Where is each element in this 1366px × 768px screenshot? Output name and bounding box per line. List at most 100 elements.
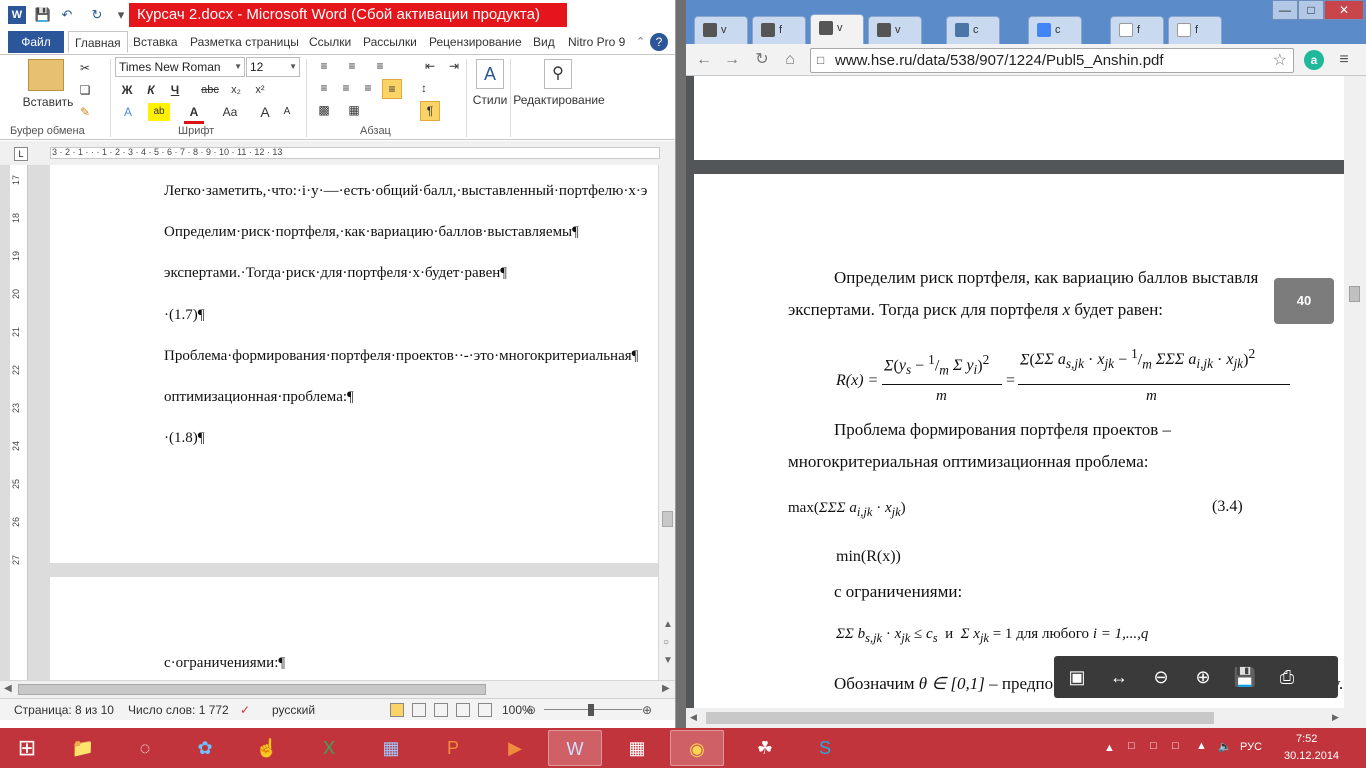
shading-icon[interactable]: ▩: [314, 101, 334, 119]
app-icon[interactable]: ☘: [738, 730, 792, 766]
shrink-font-icon[interactable]: A: [278, 103, 296, 121]
language[interactable]: русский: [272, 703, 315, 717]
explorer-icon[interactable]: 📁: [56, 730, 110, 766]
app-icon[interactable]: ▦: [610, 730, 664, 766]
subscript-button[interactable]: x₂: [226, 81, 246, 99]
change-case-button[interactable]: Aa: [218, 103, 242, 121]
fit-width-icon[interactable]: ↔: [1100, 660, 1138, 694]
media-player-icon[interactable]: ▶: [488, 730, 542, 766]
copy-icon[interactable]: ❏: [76, 81, 94, 99]
zoom-out-icon[interactable]: ⊖: [1142, 660, 1180, 694]
word-app-icon[interactable]: W: [8, 6, 26, 24]
vertical-scrollbar[interactable]: ▲ ○ ▼: [658, 165, 675, 680]
browser-tab[interactable]: c: [946, 16, 1000, 44]
zoom-out-icon[interactable]: ⊝: [526, 703, 536, 717]
scroll-right-icon[interactable]: ▶: [662, 683, 670, 694]
start-icon[interactable]: ⊞: [0, 730, 54, 766]
browse-object-icon[interactable]: ○: [663, 637, 669, 648]
tab-file[interactable]: Файл: [8, 31, 64, 53]
browser-tab[interactable]: f: [1168, 16, 1222, 44]
tray-icon[interactable]: □: [1128, 740, 1135, 752]
browser-tab[interactable]: v: [694, 16, 748, 44]
zoom-in-icon[interactable]: ⊕: [642, 703, 652, 717]
font-color-button[interactable]: A: [184, 103, 204, 124]
save-icon[interactable]: 💾: [34, 6, 52, 24]
styles-icon[interactable]: A: [476, 59, 504, 89]
chrome-taskbar-icon[interactable]: ◉: [670, 730, 724, 766]
tab-view[interactable]: Вид: [527, 31, 561, 53]
tab-mailings[interactable]: Рассылки: [357, 31, 423, 53]
tab-page-layout[interactable]: Разметка страницы: [184, 31, 305, 53]
customize-qat-icon[interactable]: ▾: [112, 6, 130, 24]
borders-icon[interactable]: ▦: [344, 101, 364, 119]
word-count[interactable]: Число слов: 1 772: [128, 703, 229, 717]
scroll-thumb[interactable]: [1349, 286, 1360, 302]
editing-button[interactable]: Редактирование: [512, 91, 606, 109]
font-size-combo[interactable]: 12 ▼: [246, 57, 300, 77]
extension-icon[interactable]: a: [1304, 50, 1324, 70]
tab-selector-icon[interactable]: L: [14, 147, 28, 161]
font-name-combo[interactable]: Times New Roman ▼: [115, 57, 245, 77]
browser-tab[interactable]: f: [752, 16, 806, 44]
scroll-thumb[interactable]: [706, 712, 1214, 724]
fit-page-icon[interactable]: ▣: [1058, 660, 1096, 694]
excel-icon[interactable]: X: [302, 730, 356, 766]
read-mode-icon[interactable]: [412, 703, 426, 717]
home-icon[interactable]: ⌂: [780, 50, 800, 70]
align-left-icon[interactable]: ≡: [314, 79, 334, 97]
redo-icon[interactable]: ↻: [88, 6, 106, 24]
page-count[interactable]: Страница: 8 из 10: [14, 703, 114, 717]
document-page[interactable]: с·ограничениями:¶: [50, 577, 658, 687]
print-layout-icon[interactable]: [390, 703, 404, 717]
tab-references[interactable]: Ссылки: [303, 31, 357, 53]
maximize-button[interactable]: □: [1298, 0, 1324, 20]
bullets-icon[interactable]: ≡: [314, 57, 334, 75]
help-icon[interactable]: ?: [650, 33, 668, 51]
binoculars-icon[interactable]: ⚲: [544, 59, 572, 89]
document-page[interactable]: Легко·заметить,·что:·i·y·—·есть·общий·ба…: [50, 165, 658, 563]
print-icon[interactable]: ⎙: [1268, 660, 1306, 694]
next-page-icon[interactable]: ▼: [663, 655, 673, 666]
bold-button[interactable]: Ж: [118, 81, 136, 99]
language-indicator[interactable]: РУС: [1240, 741, 1262, 753]
multilevel-list-icon[interactable]: ≡: [370, 57, 390, 75]
clock-date[interactable]: 30.12.2014: [1284, 750, 1339, 762]
italic-button[interactable]: К: [142, 81, 160, 99]
strikethrough-button[interactable]: abc: [198, 81, 222, 99]
clock-time[interactable]: 7:52: [1296, 733, 1317, 745]
menu-icon[interactable]: ≡: [1334, 50, 1354, 70]
styles-button[interactable]: Стили: [470, 91, 510, 109]
volume-icon[interactable]: 🔈: [1218, 740, 1232, 753]
grow-font-icon[interactable]: A: [256, 103, 274, 121]
minimize-button[interactable]: —: [1272, 0, 1298, 20]
tab-nitro[interactable]: Nitro Pro 9: [562, 31, 631, 53]
highlight-icon[interactable]: ab: [148, 103, 170, 121]
app-icon[interactable]: ✿: [178, 730, 232, 766]
undo-icon[interactable]: ↶: [58, 6, 76, 24]
text-effects-icon[interactable]: A: [118, 103, 138, 121]
horizontal-scrollbar[interactable]: ◀ ▶: [686, 708, 1366, 728]
underline-button[interactable]: Ч: [166, 81, 184, 99]
pdf-page[interactable]: Определим риск портфеля, как вариацию ба…: [694, 174, 1344, 708]
scroll-thumb[interactable]: [662, 511, 673, 527]
tray-icon[interactable]: □: [1150, 740, 1157, 752]
format-painter-icon[interactable]: ✎: [76, 103, 94, 121]
close-button[interactable]: ✕: [1324, 0, 1364, 20]
superscript-button[interactable]: x²: [250, 81, 270, 99]
draft-icon[interactable]: [478, 703, 492, 717]
horizontal-scrollbar[interactable]: ◀ ▶: [0, 680, 675, 698]
decrease-indent-icon[interactable]: ⇤: [420, 57, 440, 75]
increase-indent-icon[interactable]: ⇥: [444, 57, 464, 75]
vertical-scrollbar[interactable]: [1344, 76, 1366, 708]
app-icon[interactable]: ☝: [240, 730, 294, 766]
browser-tab[interactable]: v: [868, 16, 922, 44]
browser-tab[interactable]: c: [1028, 16, 1082, 44]
back-icon[interactable]: ←: [694, 50, 714, 70]
browser-tab[interactable]: f: [1110, 16, 1164, 44]
outline-icon[interactable]: [456, 703, 470, 717]
powerpoint-icon[interactable]: P: [426, 730, 480, 766]
browser-tab-active[interactable]: v: [810, 14, 864, 44]
cut-icon[interactable]: ✂: [76, 59, 94, 77]
forward-icon[interactable]: →: [722, 50, 742, 70]
align-right-icon[interactable]: ≡: [358, 79, 378, 97]
